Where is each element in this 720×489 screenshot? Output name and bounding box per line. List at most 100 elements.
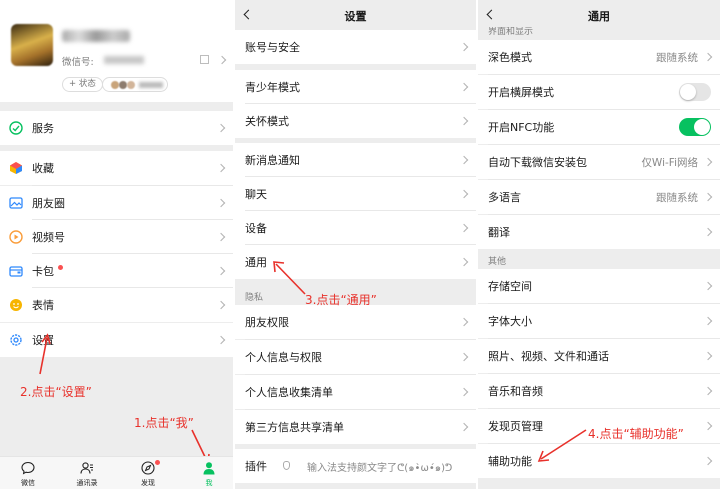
item-label: 开启横屏模式 xyxy=(488,86,554,99)
item-label: 聊天 xyxy=(245,188,267,201)
settings-item-chat[interactable]: 聊天 xyxy=(235,177,476,211)
settings-item-teen-mode[interactable]: 青少年模式 xyxy=(235,70,476,104)
tab-chats[interactable]: 微信 xyxy=(8,457,48,489)
item-label: 发现页管理 xyxy=(488,420,543,433)
profile-card[interactable]: 微信号: + 状态 xyxy=(0,0,233,102)
general-item-language[interactable]: 多语言 跟随系统 xyxy=(478,180,720,214)
settings-item-third-party-sharing-list[interactable]: 第三方信息共享清单 xyxy=(235,410,476,444)
landscape-toggle[interactable] xyxy=(679,83,711,101)
annotation-step4: 4.点击“辅助功能” xyxy=(588,427,684,441)
general-item-storage[interactable]: 存储空间 xyxy=(478,269,720,303)
tab-label: 通讯录 xyxy=(76,479,98,487)
unread-dot xyxy=(58,265,63,270)
page-title: 通用 xyxy=(588,10,610,23)
item-label: 朋友权限 xyxy=(245,316,289,329)
friends-status-pill[interactable] xyxy=(102,77,168,92)
general-screen: 界面和显示 通用 深色模式 跟随系统 开启横屏模式 开启NFC功能 自动下载微信… xyxy=(478,0,720,489)
tab-discover[interactable]: 发现 xyxy=(128,457,168,489)
status-button[interactable]: + 状态 xyxy=(62,77,103,92)
annotation-arrow-settings xyxy=(39,333,51,375)
chevron-right-icon xyxy=(459,317,469,327)
settings-item-personal-info-permissions[interactable]: 个人信息与权限 xyxy=(235,340,476,374)
settings-item-friend-permissions[interactable]: 朋友权限 xyxy=(235,305,476,339)
chevron-right-icon xyxy=(216,300,226,310)
settings-icon xyxy=(10,334,22,346)
me-screen: 微信号: + 状态 服务 收藏 朋友圈 视频号 卡包 表情 设置 2.点击“设置… xyxy=(0,0,233,489)
plugin-icon xyxy=(283,461,290,470)
menu-item-label: 表情 xyxy=(32,299,54,312)
menu-item-moments[interactable]: 朋友圈 xyxy=(0,186,233,220)
section-label-privacy: 隐私 xyxy=(245,293,264,303)
item-label: 音乐和音频 xyxy=(488,385,543,398)
item-label: 关怀模式 xyxy=(245,115,289,128)
item-label: 通用 xyxy=(245,256,267,269)
wechat-id-blurred xyxy=(104,56,144,64)
item-label: 设备 xyxy=(245,222,267,235)
avatar[interactable] xyxy=(11,24,53,66)
general-item-auto-download[interactable]: 自动下载微信安装包 仅Wi-Fi网络 xyxy=(478,145,720,179)
item-label: 新消息通知 xyxy=(245,154,300,167)
chevron-right-icon xyxy=(216,123,226,133)
tab-me[interactable]: 我 xyxy=(189,457,229,489)
item-value: 跟随系统 xyxy=(656,51,698,64)
item-label: 个人信息与权限 xyxy=(245,351,322,364)
chevron-right-icon xyxy=(459,155,469,165)
chevron-right-icon xyxy=(216,335,226,345)
chevron-right-icon xyxy=(459,352,469,362)
settings-item-account-security[interactable]: 账号与安全 xyxy=(235,30,476,64)
nickname-blurred xyxy=(62,30,130,42)
menu-item-label: 朋友圈 xyxy=(32,197,65,210)
contacts-icon xyxy=(80,462,93,474)
general-item-dark-mode[interactable]: 深色模式 跟随系统 xyxy=(478,40,720,74)
settings-item-plugins[interactable]: 插件 输入法支持颜文字了ᕦ(๑•̀ω•́๑)ᕤ xyxy=(235,449,476,483)
chevron-right-icon xyxy=(703,227,713,237)
item-label: 辅助功能 xyxy=(488,455,532,468)
menu-item-channels[interactable]: 视频号 xyxy=(0,220,233,254)
chevron-right-icon xyxy=(703,281,713,291)
nfc-toggle[interactable] xyxy=(679,118,711,136)
menu-item-services[interactable]: 服务 xyxy=(0,111,233,145)
menu-item-label: 服务 xyxy=(32,122,54,135)
general-item-accessibility[interactable]: 辅助功能 xyxy=(478,444,720,478)
plugin-hint: 输入法支持颜文字了ᕦ(๑•̀ω•́๑)ᕤ xyxy=(307,463,453,474)
services-icon xyxy=(9,121,23,135)
chevron-right-icon xyxy=(703,456,713,466)
wechat-id-label: 微信号: xyxy=(62,57,94,68)
settings-item-devices[interactable]: 设备 xyxy=(235,211,476,245)
tab-bar: 微信 通讯录 发现 我 xyxy=(0,456,233,489)
item-label: 字体大小 xyxy=(488,315,532,328)
chevron-right-icon xyxy=(703,52,713,62)
general-item-landscape-mode[interactable]: 开启横屏模式 xyxy=(478,75,720,109)
menu-item-favorites[interactable]: 收藏 xyxy=(0,151,233,185)
chevron-right-icon xyxy=(459,189,469,199)
stickers-icon xyxy=(10,299,22,311)
discover-icon xyxy=(141,461,155,475)
item-label: 深色模式 xyxy=(488,51,532,64)
chevron-right-icon xyxy=(703,386,713,396)
tab-contacts[interactable]: 通讯录 xyxy=(67,457,107,489)
settings-item-care-mode[interactable]: 关怀模式 xyxy=(235,104,476,138)
moments-icon xyxy=(9,197,23,209)
chevron-right-icon xyxy=(459,387,469,397)
item-label: 多语言 xyxy=(488,191,521,204)
item-label: 个人信息收集清单 xyxy=(245,386,333,399)
general-item-font-size[interactable]: 字体大小 xyxy=(478,304,720,338)
menu-item-label: 收藏 xyxy=(32,162,54,175)
settings-item-info-collection-list[interactable]: 个人信息收集清单 xyxy=(235,375,476,409)
settings-item-notifications[interactable]: 新消息通知 xyxy=(235,143,476,177)
menu-item-card-wallet[interactable]: 卡包 xyxy=(0,254,233,288)
general-item-nfc[interactable]: 开启NFC功能 xyxy=(478,110,720,144)
chevron-right-icon xyxy=(216,266,226,276)
chevron-right-icon xyxy=(216,198,226,208)
menu-item-stickers[interactable]: 表情 xyxy=(0,288,233,322)
qr-code-icon[interactable] xyxy=(200,55,209,64)
chevron-right-icon xyxy=(217,55,227,65)
card-wallet-icon xyxy=(9,266,23,277)
general-item-translate[interactable]: 翻译 xyxy=(478,215,720,249)
general-item-media-files-calls[interactable]: 照片、视频、文件和通话 xyxy=(478,339,720,373)
chat-icon xyxy=(21,461,35,475)
item-label: 自动下载微信安装包 xyxy=(488,156,587,169)
settings-screen: 设置 账号与安全 青少年模式 关怀模式 新消息通知 聊天 设备 通用 隐私 朋友… xyxy=(235,0,476,489)
general-item-music-audio[interactable]: 音乐和音频 xyxy=(478,374,720,408)
annotation-step1: 1.点击“我” xyxy=(134,416,194,430)
